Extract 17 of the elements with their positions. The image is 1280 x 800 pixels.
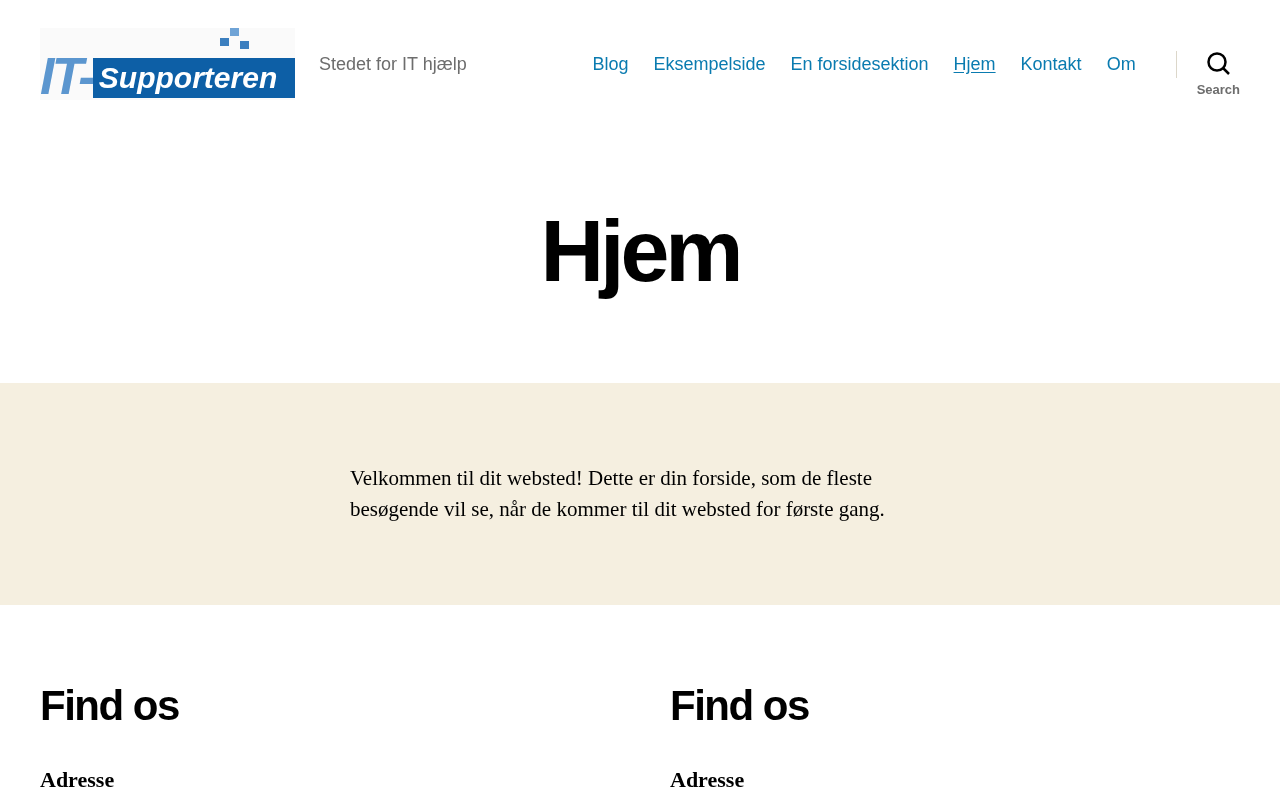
section-heading: Find os [40, 685, 180, 727]
logo-mark: IT- [40, 50, 93, 102]
intro-paragraph: Velkommen til dit websted! Dette er din forside, som de fleste besøgende vil se, når de kommer til dit websted for første gang. [350, 465, 886, 523]
search-button[interactable]: Search [1196, 50, 1240, 100]
nav-link[interactable]: Kontakt [1020, 50, 1082, 78]
nav-link[interactable]: Om [1106, 50, 1136, 78]
logo-name: Supporteren [92, 58, 295, 98]
nav-link[interactable]: Eksempelside [653, 50, 766, 78]
section-subheading: Adresse [670, 766, 746, 794]
site-tagline: Stedet for IT hjælp [319, 52, 467, 76]
section-heading: Find os [670, 685, 810, 727]
search-icon [1205, 50, 1231, 76]
section-subheading: Adresse [40, 766, 116, 794]
nav-link[interactable]: En forsidesektion [790, 50, 929, 78]
nav-link[interactable]: Blog [592, 50, 629, 78]
logo[interactable]: IT-Supporteren [40, 28, 295, 100]
nav-link[interactable]: Hjem [953, 50, 996, 78]
